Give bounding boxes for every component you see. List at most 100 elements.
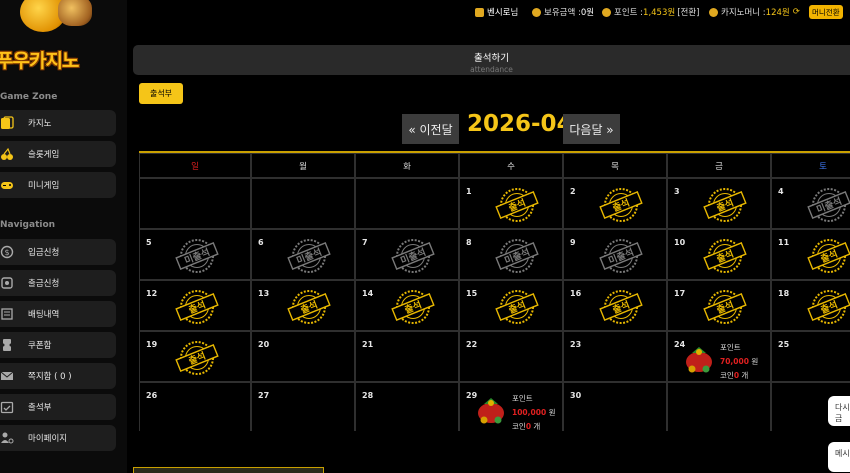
day-number: 3 [674, 187, 680, 196]
day-number: 28 [362, 391, 374, 400]
chest-icon [58, 0, 92, 26]
attend-stamp: 출석 [598, 289, 644, 325]
sidebar-item-nav-3[interactable]: 배팅내역 [0, 301, 116, 327]
page-subtitle: attendance [470, 65, 513, 74]
day-number: 13 [258, 289, 270, 298]
calendar-day-cell: 16 출석 [563, 280, 667, 331]
calendar-day-cell: 13 출석 [251, 280, 355, 331]
attend-stamp: 출석 [286, 289, 332, 325]
calendar-day-cell: 28 [355, 382, 459, 431]
reward-coin: 코인0 개 [512, 422, 541, 431]
calendar-day-cell [667, 382, 771, 431]
calendar-day-cell: 9 미출석 [563, 229, 667, 280]
casino-money-value: 124원 [765, 8, 790, 18]
money-convert-button[interactable]: 머니전환 [809, 5, 843, 19]
sidebar-item-label: 쪽지함 ( 0 ) [28, 372, 72, 382]
reward-label: 포인트 [720, 343, 741, 352]
calendar-day-cell: 21 [355, 331, 459, 382]
weekday-header: 월 [251, 153, 355, 178]
withdraw-icon [0, 276, 14, 290]
day-number: 4 [778, 187, 784, 196]
reward-amount: 70,000 원 [720, 357, 759, 366]
attend-stamp: 출석 [702, 238, 748, 274]
sidebar-item-label: 입금신청 [28, 248, 60, 258]
brand-name: 푸우카지노 [0, 50, 79, 72]
brand-logo[interactable]: 푸우카지노 [0, 0, 127, 78]
balance-label: 보유금액 : [544, 8, 581, 18]
calendar-day-cell: 23 [563, 331, 667, 382]
coupon-icon [0, 338, 14, 352]
weekday-header: 일 [139, 153, 251, 178]
day-number: 20 [258, 340, 270, 349]
list-icon [0, 307, 14, 321]
floating-tag-1[interactable]: 다시 금 [828, 396, 850, 426]
sidebar-item-nav-6[interactable]: 출석부 [0, 394, 116, 420]
day-number: 25 [778, 340, 790, 349]
day-number: 5 [146, 238, 152, 247]
sidebar-item-nav-5[interactable]: 쪽지함 ( 0 ) [0, 363, 116, 389]
point-coin-icon [602, 7, 611, 17]
calendar-day-cell: 10 출석 [667, 229, 771, 280]
sidebar-item-label: 출금신청 [28, 279, 60, 289]
sidebar-item-game-1[interactable]: 카지노 [0, 110, 116, 136]
bottom-banner[interactable] [133, 467, 324, 473]
calendar-day-cell: 15 출석 [459, 280, 563, 331]
next-month-button[interactable]: 다음달 » [563, 114, 620, 144]
deposit-icon: $ [0, 245, 14, 259]
reward-info: 포인트 100,000 원 코인0 개 [476, 389, 566, 431]
username: 벤시로님 [487, 8, 519, 18]
calendar-day-cell: 4 미출석 [771, 178, 850, 229]
attend-stamp: 출석 [598, 187, 644, 223]
absent-stamp: 미출석 [286, 238, 332, 274]
sidebar-item-nav-7[interactable]: 마이페이지 [0, 425, 116, 451]
weekday-header: 금 [667, 153, 771, 178]
day-number: 18 [778, 289, 790, 298]
gift-bag-icon [478, 398, 504, 424]
point-convert-link[interactable]: [전환] [677, 6, 699, 18]
section-title-navigation: Navigation [0, 220, 56, 230]
day-number: 8 [466, 238, 472, 247]
sidebar-item-nav-4[interactable]: 쿠폰함 [0, 332, 116, 358]
reward-info: 포인트 70,000 원코인0 개 [684, 338, 774, 386]
sidebar-item-game-2[interactable]: 슬롯게임 [0, 141, 116, 167]
gift-bag-icon [686, 347, 712, 373]
calendar-day-cell: 2 출석 [563, 178, 667, 229]
calendar-day-cell: 30 [563, 382, 667, 431]
day-number: 30 [570, 391, 582, 400]
sidebar-item-label: 카지노 [28, 119, 52, 129]
day-number: 11 [778, 238, 790, 247]
absent-stamp: 미출석 [598, 238, 644, 274]
sidebar-item-nav-2[interactable]: 출금신청 [0, 270, 116, 296]
calendar-day-cell: 5 미출석 [139, 229, 251, 280]
prev-month-button[interactable]: « 이전달 [402, 114, 459, 144]
day-number: 12 [146, 289, 158, 298]
calendar-day-cell [355, 178, 459, 229]
attend-stamp: 출석 [174, 289, 220, 325]
calendar-day-cell: 24 포인트 70,000 원 코인0 개 [667, 331, 771, 382]
calendar-day-cell: 11 출석 [771, 229, 850, 280]
attend-stamp: 출석 [702, 187, 748, 223]
sidebar-item-nav-1[interactable]: $ 입금신청 [0, 239, 116, 265]
refresh-icon[interactable]: ⟳ [793, 7, 800, 17]
point-value: 1,453원 [643, 8, 676, 18]
attend-stamp: 출석 [806, 238, 850, 274]
user-icon [475, 7, 484, 17]
gamepad-icon [0, 178, 14, 192]
sidebar-item-label: 배팅내역 [28, 310, 60, 320]
attend-stamp: 출석 [494, 289, 540, 325]
calendar-day-cell: 7 미출석 [355, 229, 459, 280]
sidebar-item-label: 출석부 [28, 403, 52, 413]
page-header: 출석하기 attendance [133, 45, 850, 75]
tab-attendance[interactable]: 출석부 [139, 83, 183, 104]
balance-value: 0원 [580, 8, 595, 18]
sidebar-item-game-3[interactable]: 미니게임 [0, 172, 116, 198]
weekday-header: 토 [771, 153, 850, 178]
day-number: 19 [146, 340, 158, 349]
attend-stamp: 출석 [174, 340, 220, 376]
calendar-day-cell: 26 [139, 382, 251, 431]
reward-coin: 코인0 개 [720, 371, 749, 380]
floating-tag-2[interactable]: 메시 [828, 442, 850, 472]
absent-stamp: 미출석 [494, 238, 540, 274]
weekday-header: 화 [355, 153, 459, 178]
day-number: 26 [146, 391, 158, 400]
